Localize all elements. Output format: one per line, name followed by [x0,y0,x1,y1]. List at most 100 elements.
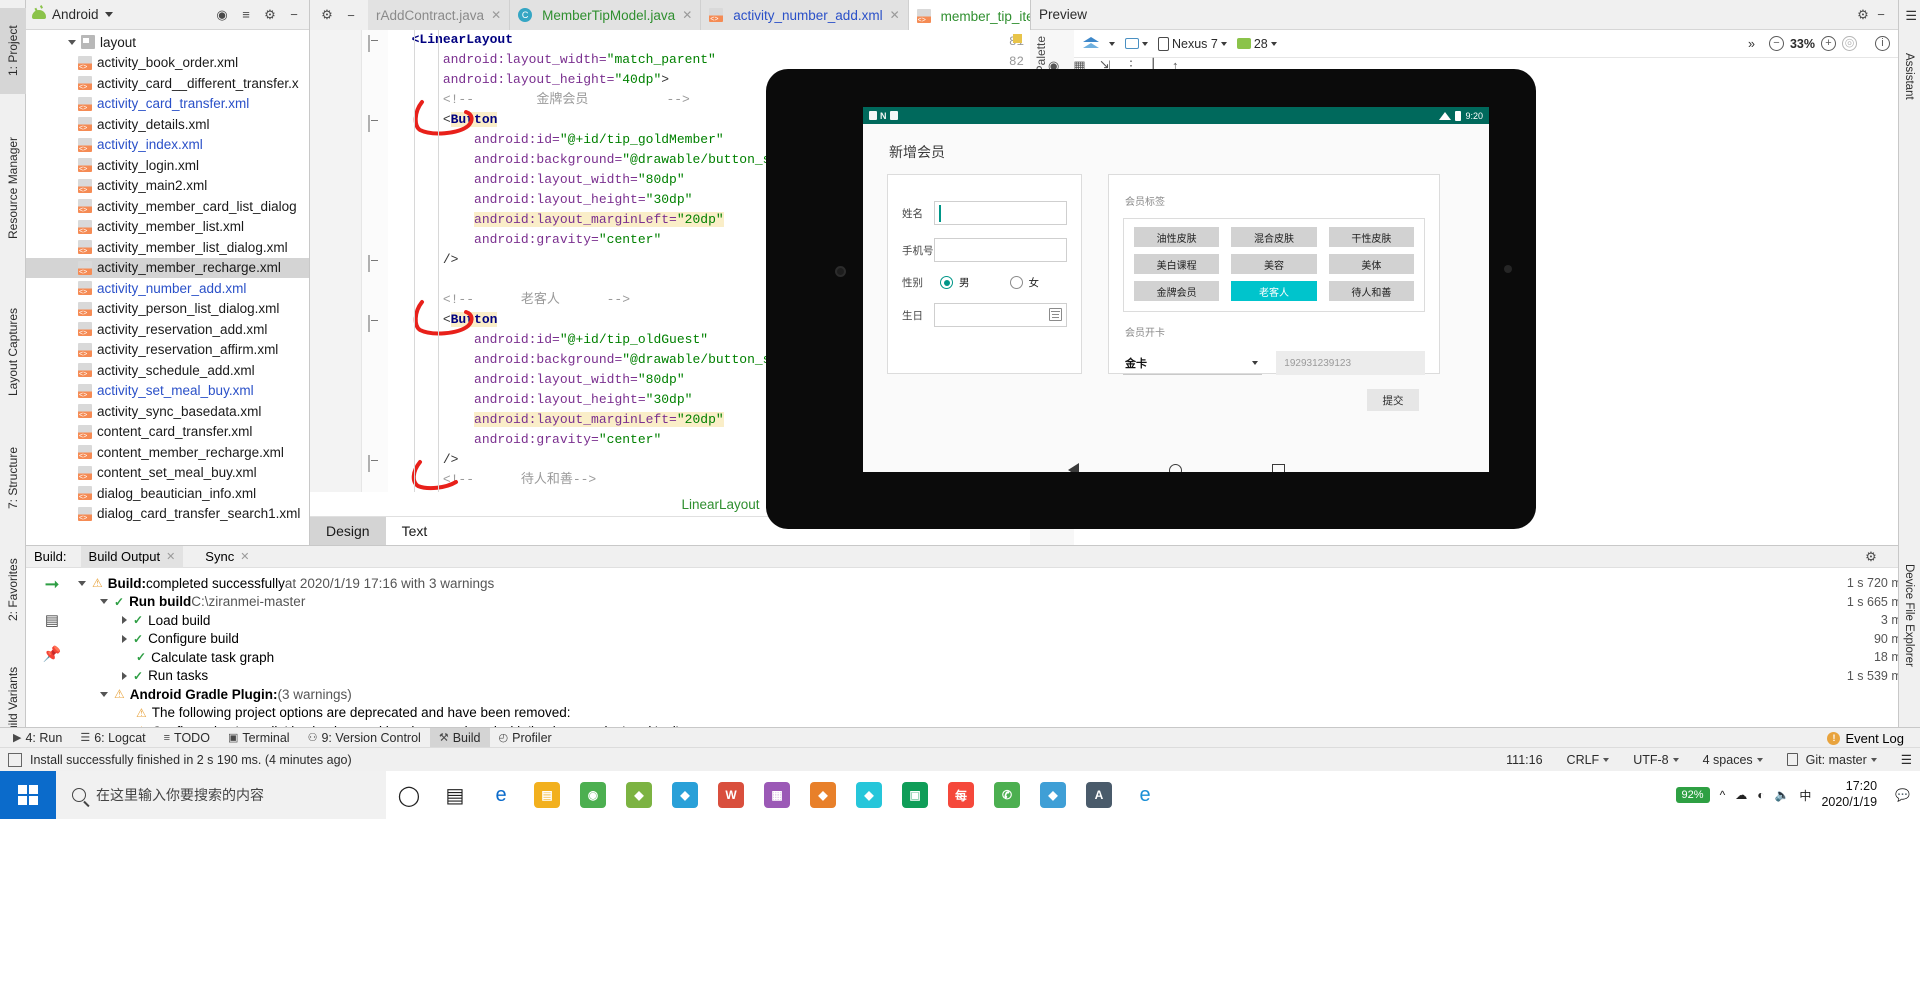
member-tag-button[interactable]: 待人和善 [1328,281,1414,301]
chevron-right-icon[interactable] [122,671,127,680]
zoom-in-icon[interactable]: + [1821,36,1836,51]
preview-settings-gear-icon[interactable]: ⚙ [1854,6,1872,24]
tree-file-item[interactable]: dialog_beautician_info.xml [26,483,309,504]
taskbar-item[interactable]: ◉ [570,771,616,819]
zoom-out-icon[interactable]: − [1768,36,1784,51]
tree-file-item[interactable]: activity_index.xml [26,135,309,156]
tree-file-item[interactable]: activity_reservation_affirm.xml [26,340,309,361]
member-tag-button[interactable]: 金牌会员 [1134,281,1220,301]
build-row[interactable]: ✓ Calculate task graph 18 ms [78,648,1920,667]
sidebar-item-resource-manager[interactable]: Resource Manager [0,118,26,258]
close-icon[interactable]: ✕ [890,8,900,22]
tab-design[interactable]: Design [310,517,386,545]
tree-file-item[interactable]: activity_details.xml [26,114,309,135]
build-filter-icon[interactable]: ▤ [45,611,59,629]
tree-file-item[interactable]: activity_book_order.xml [26,53,309,74]
battery-badge[interactable]: 92% [1675,787,1710,803]
theme-button[interactable] [1125,38,1148,49]
code-line[interactable]: <LinearLayout [396,30,1030,50]
preview-hide-icon[interactable]: − [1872,6,1890,24]
chevron-right-icon[interactable] [122,634,127,643]
taskbar-item[interactable]: ◯ [386,771,432,819]
tool-window-todo[interactable]: ≡ TODO [155,728,219,748]
start-button[interactable] [0,771,56,819]
chevron-down-icon[interactable] [100,691,108,697]
taskbar-item[interactable]: A [1076,771,1122,819]
line-separator[interactable]: CRLF [1559,753,1618,767]
caret-position[interactable]: 111:16 [1498,753,1550,767]
tree-file-item[interactable]: activity_member_card_list_dialog [26,196,309,217]
hide-panel-icon[interactable]: − [285,6,303,24]
palette-label[interactable]: Palette [1034,36,1048,73]
card-number-input[interactable]: 192931239123 [1276,351,1425,375]
taskbar-item[interactable]: ◆ [662,771,708,819]
code-line[interactable]: android:layout_width="match_parent" [396,50,1030,70]
build-output-tree[interactable]: ⚠ Build: completed successfully at 2020/1… [26,568,1920,741]
zoom-fit-icon[interactable]: ◎ [1842,36,1857,51]
editor-warning-marker[interactable] [1013,34,1022,43]
tree-folder-layout[interactable]: layout [26,32,309,53]
device-screen[interactable]: N 9:20 新增会员 姓名 手机号 性别 男 女 生日 会员标签 油性皮肤 混… [863,107,1489,472]
tree-file-item[interactable]: activity_member_list_dialog.xml [26,237,309,258]
tree-file-item[interactable]: content_set_meal_buy.xml [26,463,309,484]
locate-icon[interactable]: ◉ [213,6,231,24]
tree-file-item[interactable]: activity_schedule_add.xml [26,360,309,381]
collapse-all-icon[interactable]: ≡ [237,6,255,24]
action-center-icon[interactable]: 💬 [1895,788,1910,802]
gender-radio-female[interactable] [1009,276,1023,289]
taskbar-item[interactable]: ▣ [892,771,938,819]
tree-file-item[interactable]: activity_reservation_add.xml [26,319,309,340]
build-row[interactable]: ✓ Run tasks 1 s 539 ms [78,667,1920,686]
taskbar-app-icons[interactable]: ◯ ▤ e ▤ ◉ ◆ ◆ W ▦ ◆ ◆ ▣ 每 ✆ ◆ Ae [386,771,1168,819]
tree-file-item[interactable]: activity_sync_basedata.xml [26,401,309,422]
tray-chevron-up-icon[interactable]: ^ [1720,788,1726,802]
tree-file-item[interactable]: dialog_card_transfer_search1.xml [26,504,309,525]
taskbar-item[interactable]: ▤ [432,771,478,819]
close-icon[interactable]: ✕ [682,8,692,22]
tree-file-item[interactable]: activity_main2.xml [26,176,309,197]
layers-chevron-icon[interactable] [1109,41,1115,46]
nav-home-icon[interactable] [1168,463,1182,472]
tree-file-item[interactable]: activity_card__different_transfer.x [26,73,309,94]
editor-hide-icon[interactable]: − [342,6,360,24]
taskbar-item[interactable]: ◆ [1030,771,1076,819]
card-type-select[interactable]: 金卡 [1123,351,1263,375]
build-row[interactable]: ⚠ Android Gradle Plugin: (3 warnings) [78,685,1920,704]
tree-file-item[interactable]: activity_member_recharge.xml [26,257,309,278]
build-row[interactable]: ✓ Load build 3 ms [78,611,1920,630]
taskbar-item[interactable]: ▤ [524,771,570,819]
build-settings-gear-icon[interactable]: ⚙ [1862,548,1880,566]
chevron-down-icon[interactable] [100,599,108,605]
member-tag-button[interactable]: 干性皮肤 [1328,227,1414,247]
taskbar-item[interactable]: ◆ [800,771,846,819]
device-selector[interactable]: Nexus 7 [1158,36,1227,51]
fold-marker[interactable] [368,315,381,332]
tree-file-item[interactable]: activity_person_list_dialog.xml [26,299,309,320]
fold-marker[interactable] [368,35,381,52]
sidebar-item-structure[interactable]: 7: Structure [0,428,26,528]
file-encoding[interactable]: UTF-8 [1625,753,1686,767]
tray-volume-icon[interactable]: 🔈 [1774,788,1789,802]
tool-window-terminal[interactable]: ▣ Terminal [219,728,299,748]
chevron-down-icon[interactable] [78,580,86,586]
menu-icon[interactable]: ☰ [1905,8,1917,24]
name-input[interactable] [934,201,1067,225]
taskbar-item[interactable]: ◆ [616,771,662,819]
toolbar-overflow-icon[interactable]: » [1748,37,1759,51]
taskbar-item[interactable]: ✆ [984,771,1030,819]
taskbar-item[interactable]: 每 [938,771,984,819]
git-branch[interactable]: Git: master [1779,753,1885,767]
build-row[interactable]: ✓ Configure build 90 ms [78,630,1920,649]
member-tag-button[interactable]: 美体 [1328,254,1414,274]
tree-file-item[interactable]: activity_member_list.xml [26,217,309,238]
editor-tab-0[interactable]: rAddContract.java ✕ [368,0,511,30]
fold-marker[interactable] [368,455,381,472]
layers-icon[interactable] [1083,36,1099,51]
taskbar-item[interactable]: ▦ [754,771,800,819]
build-row[interactable]: ⚠ Build: completed successfully at 2020/1… [78,574,1920,593]
member-tag-button[interactable]: 美容 [1231,254,1317,274]
event-log-button[interactable]: ! Event Log [1827,728,1914,748]
tool-window-version-control[interactable]: ⚇ 9: Version Control [299,728,430,748]
build-tab-sync[interactable]: Sync ✕ [197,546,257,568]
close-icon[interactable]: ✕ [240,550,249,563]
